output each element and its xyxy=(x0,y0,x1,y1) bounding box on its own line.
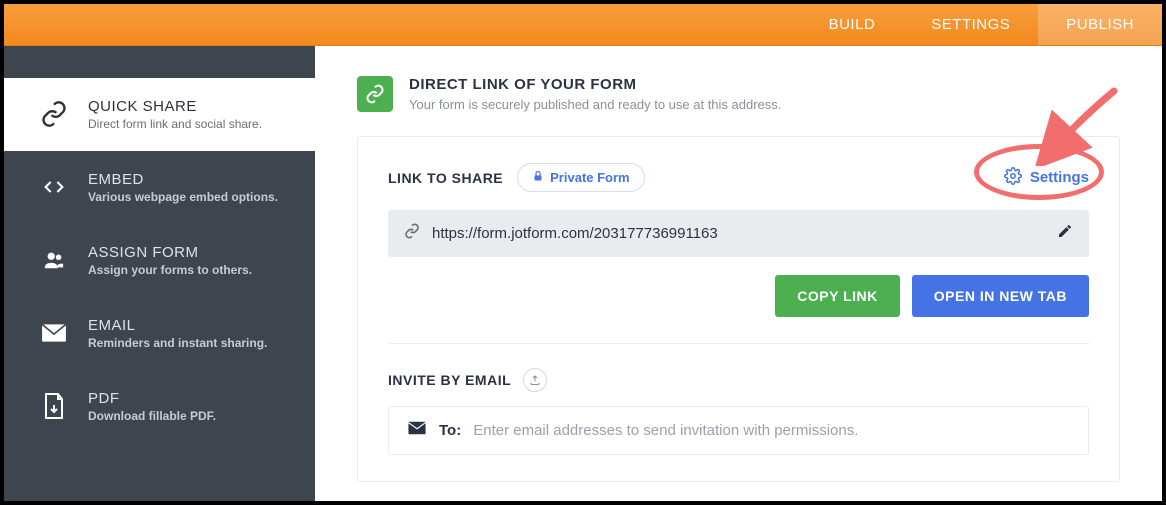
envelope-icon xyxy=(407,421,427,440)
link-icon xyxy=(38,98,70,130)
gear-icon xyxy=(1004,167,1022,189)
link-icon xyxy=(404,223,420,244)
lock-icon xyxy=(532,169,544,186)
sidebar-item-title: EMBED xyxy=(88,171,278,188)
sidebar-item-sub: Download fillable PDF. xyxy=(88,409,216,423)
open-new-tab-button[interactable]: OPEN IN NEW TAB xyxy=(912,275,1089,317)
sidebar-item-title: PDF xyxy=(88,390,216,407)
edit-icon[interactable] xyxy=(1057,223,1073,244)
envelope-icon xyxy=(38,317,70,349)
sidebar-item-title: ASSIGN FORM xyxy=(88,244,252,261)
settings-label: Settings xyxy=(1030,169,1089,186)
tab-publish[interactable]: PUBLISH xyxy=(1038,4,1162,45)
copy-link-button[interactable]: COPY LINK xyxy=(775,275,899,317)
annotation-arrow-icon xyxy=(1034,86,1124,166)
sidebar-item-pdf[interactable]: PDF Download fillable PDF. xyxy=(4,370,315,443)
sidebar-item-sub: Various webpage embed options. xyxy=(88,190,278,204)
invite-section: INVITE BY EMAIL To: xyxy=(388,368,1089,455)
tab-settings[interactable]: SETTINGS xyxy=(903,4,1038,45)
sidebar-item-title: QUICK SHARE xyxy=(88,98,262,115)
tab-build[interactable]: BUILD xyxy=(801,4,904,45)
app-window: BUILD SETTINGS PUBLISH QUICK SHARE Direc… xyxy=(4,4,1162,501)
invite-by-email-label: INVITE BY EMAIL xyxy=(388,372,511,388)
sidebar-item-title: EMAIL xyxy=(88,317,267,334)
sidebar-item-quick-share[interactable]: QUICK SHARE Direct form link and social … xyxy=(4,78,315,151)
email-input[interactable] xyxy=(473,422,1070,439)
direct-link-subtitle: Your form is securely published and read… xyxy=(409,97,781,112)
pdf-icon xyxy=(38,390,70,422)
top-tabs: BUILD SETTINGS PUBLISH xyxy=(4,4,1162,46)
sidebar-item-sub: Assign your forms to others. xyxy=(88,263,252,277)
code-icon xyxy=(38,171,70,203)
share-card: LINK TO SHARE Private Form Settings xyxy=(357,136,1120,482)
link-to-share-label: LINK TO SHARE xyxy=(388,170,503,186)
sidebar-item-sub: Reminders and instant sharing. xyxy=(88,336,267,350)
link-icon xyxy=(357,76,393,112)
settings-button[interactable]: Settings xyxy=(1004,167,1089,189)
sidebar-item-embed[interactable]: EMBED Various webpage embed options. xyxy=(4,151,315,224)
form-url[interactable]: https://form.jotform.com/203177736991163 xyxy=(432,225,1045,242)
email-input-box[interactable]: To: xyxy=(388,406,1089,455)
sidebar: QUICK SHARE Direct form link and social … xyxy=(4,46,315,501)
direct-link-header: DIRECT LINK OF YOUR FORM Your form is se… xyxy=(357,76,1120,112)
direct-link-title: DIRECT LINK OF YOUR FORM xyxy=(409,76,781,93)
upload-icon[interactable] xyxy=(523,368,547,392)
main-panel: DIRECT LINK OF YOUR FORM Your form is se… xyxy=(315,46,1162,501)
sidebar-item-assign-form[interactable]: ASSIGN FORM Assign your forms to others. xyxy=(4,224,315,297)
url-box: https://form.jotform.com/203177736991163 xyxy=(388,210,1089,257)
private-form-text: Private Form xyxy=(550,170,629,185)
sidebar-item-sub: Direct form link and social share. xyxy=(88,117,262,131)
users-icon xyxy=(38,244,70,276)
private-form-badge[interactable]: Private Form xyxy=(517,163,644,192)
to-label: To: xyxy=(439,422,461,439)
sidebar-item-email[interactable]: EMAIL Reminders and instant sharing. xyxy=(4,297,315,370)
